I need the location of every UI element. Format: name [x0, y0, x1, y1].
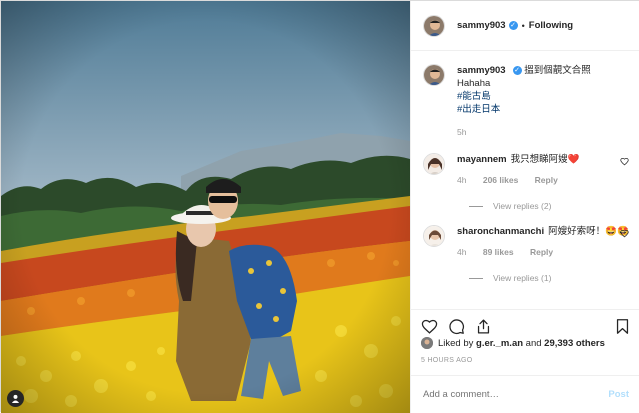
comment-body: mayannem 我只想睇阿嫂❤️ 4h 206 likes Reply	[457, 153, 629, 187]
photo-scene	[1, 1, 410, 413]
liked-by-count[interactable]: 29,393 others	[544, 338, 605, 349]
view-replies-label: View replies (2)	[493, 201, 552, 211]
view-replies-button[interactable]: View replies (1)	[469, 273, 629, 283]
hashtag-link[interactable]: #出走日本	[457, 103, 629, 116]
add-comment-bar: Post	[411, 375, 639, 413]
caption-username[interactable]: sammy903	[457, 65, 506, 76]
replies-line	[469, 277, 483, 279]
caption-text: 搵到個靚文合照	[524, 65, 591, 76]
comment-input[interactable]	[423, 389, 609, 400]
person-tag-icon[interactable]	[7, 390, 24, 407]
avatar[interactable]	[421, 337, 433, 349]
comment-time[interactable]: 4h	[457, 247, 466, 257]
post-side-panel: sammy903 ✓ • Following sammy903 ✓ 搵到個靚文合照…	[410, 1, 639, 413]
action-bar	[411, 309, 639, 339]
replies-line	[469, 205, 483, 207]
liked-by-row: Liked by g.er._m.an and 29,393 others	[421, 337, 605, 349]
liked-by-user[interactable]: g.er._m.an	[476, 338, 523, 349]
caption-row: sammy903 ✓ 搵到個靚文合照 Hahaha #能古島 #出走日本 5h	[423, 64, 629, 139]
avatar[interactable]	[423, 153, 445, 175]
view-replies-label: View replies (1)	[493, 273, 552, 283]
comment-likes[interactable]: 89 likes	[483, 247, 514, 257]
comment-heart-icon[interactable]	[620, 229, 629, 240]
post-button[interactable]: Post	[608, 389, 629, 400]
view-replies-button[interactable]: View replies (2)	[469, 201, 629, 211]
verified-badge-icon: ✓	[508, 21, 518, 30]
comment-meta: 4h 89 likes Reply	[457, 246, 629, 259]
comments-list: sammy903 ✓ 搵到個靚文合照 Hahaha #能古島 #出走日本 5h m…	[411, 52, 639, 304]
comment-username[interactable]: mayannem	[457, 154, 507, 165]
liked-by-conj: and	[525, 337, 542, 349]
comment-time[interactable]: 4h	[457, 175, 466, 185]
reply-button[interactable]: Reply	[535, 175, 558, 185]
heart-icon[interactable]	[421, 318, 438, 335]
comment-body: sharonchanmanchi 阿嫂好索呀！🤩🤩 4h 89 likes Rep…	[457, 225, 629, 259]
comment-text: 阿嫂好索呀！🤩🤩	[548, 226, 629, 237]
comment-meta: 4h 206 likes Reply	[457, 174, 629, 187]
avatar[interactable]	[423, 14, 445, 37]
hashtag-link[interactable]: #能古島	[457, 90, 629, 103]
comment-username[interactable]: sharonchanmanchi	[457, 226, 544, 237]
comment-heart-icon[interactable]	[620, 157, 629, 168]
comment-text: 我只想睇阿嫂❤️	[510, 154, 580, 165]
reply-button[interactable]: Reply	[530, 247, 553, 257]
post-header: sammy903 ✓ • Following	[411, 1, 639, 51]
post-modal: sammy903 ✓ • Following sammy903 ✓ 搵到個靚文合照…	[0, 0, 639, 413]
caption-body: sammy903 ✓ 搵到個靚文合照 Hahaha #能古島 #出走日本 5h	[457, 64, 629, 139]
post-timestamp[interactable]: 5 HOURS AGO	[421, 357, 473, 364]
avatar[interactable]	[423, 64, 445, 86]
comment-bubble-icon[interactable]	[448, 318, 465, 335]
verified-badge-icon: ✓	[512, 65, 522, 75]
bookmark-icon[interactable]	[614, 318, 631, 335]
caption-time[interactable]: 5h	[457, 127, 466, 137]
comment-row: sharonchanmanchi 阿嫂好索呀！🤩🤩 4h 89 likes Rep…	[423, 225, 629, 259]
comment-likes[interactable]: 206 likes	[483, 175, 518, 185]
caption-line: Hahaha	[457, 78, 491, 89]
comment-row: mayannem 我只想睇阿嫂❤️ 4h 206 likes Reply	[423, 153, 629, 187]
header-username[interactable]: sammy903	[457, 20, 506, 31]
separator-dot: •	[521, 20, 525, 31]
caption-meta: 5h	[457, 126, 629, 139]
following-button[interactable]: Following	[529, 20, 573, 31]
avatar[interactable]	[423, 225, 445, 247]
share-icon[interactable]	[475, 318, 492, 335]
liked-by-prefix: Liked by	[438, 337, 474, 349]
post-photo[interactable]	[1, 1, 410, 413]
